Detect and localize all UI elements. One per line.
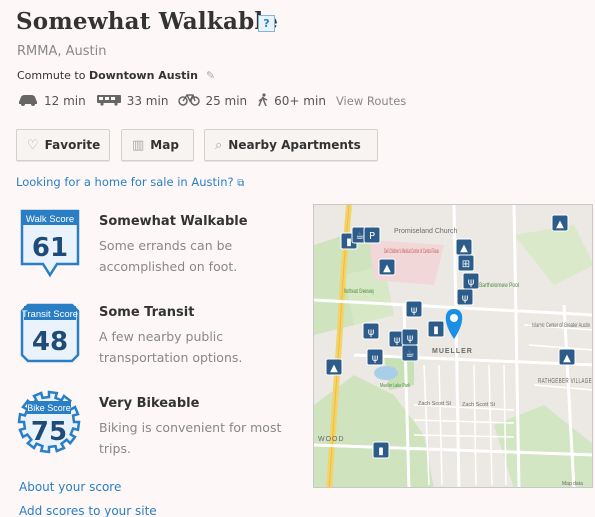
transit-score-title: Some Transit [99, 305, 195, 320]
bike-time: 25 min [205, 94, 248, 108]
walk-score-badge: Walk Score 61 [20, 209, 80, 278]
map-label-greenway: Northeast Greenway [344, 289, 374, 295]
walk-score-label: Walk Score [26, 214, 74, 225]
for-sale-link[interactable]: Looking for a home for sale in Austin? ⧉ [16, 175, 244, 189]
edit-pencil-icon[interactable]: ✎ [206, 69, 215, 82]
map-poi-school-icon[interactable]: ▲ [325, 358, 343, 376]
svg-text:▮: ▮ [378, 446, 384, 457]
favorite-label: Favorite [44, 138, 101, 152]
car-icon [17, 94, 39, 109]
about-score-link[interactable]: About your score [19, 480, 121, 494]
map-poi-fork-icon[interactable]: ψ [362, 322, 380, 340]
commute-destination[interactable]: Downtown Austin [89, 69, 198, 82]
svg-text:⊞: ⊞ [462, 259, 470, 270]
svg-text:ψ: ψ [462, 293, 469, 304]
neighborhood-map[interactable]: Promiseland Church Dell Children's Medic… [313, 204, 593, 488]
transit-score-desc: A few nearby public transportation optio… [99, 329, 243, 365]
svg-text:ψ: ψ [368, 327, 375, 338]
map-poi-fork-icon[interactable]: ψ [462, 272, 480, 290]
svg-text:☕: ☕ [356, 231, 365, 242]
bike-icon [178, 93, 201, 109]
heart-icon: ♡ [27, 137, 39, 153]
svg-text:▲: ▲ [556, 219, 564, 230]
page-title: Somewhat Walkable [16, 8, 279, 35]
svg-text:▲: ▲ [330, 363, 338, 374]
external-link-icon: ⧉ [237, 178, 245, 189]
svg-text:▮: ▮ [433, 325, 439, 336]
map-label-islamic: Islamic Center of Greater Austin [532, 323, 590, 329]
walk-score-value: 61 [32, 233, 68, 263]
bike-score-title: Very Bikeable [99, 396, 200, 411]
map-label-rathgeber: RATHGEBER VILLAGE [538, 378, 592, 385]
view-routes-link[interactable]: View Routes [336, 94, 406, 108]
map-poi-school-icon[interactable]: ▲ [551, 214, 569, 232]
map-poi-fork-icon[interactable]: ψ [456, 288, 474, 306]
map-poi-bag-icon[interactable]: ▮ [427, 320, 445, 338]
map-canvas[interactable]: Promiseland Church Dell Children's Medic… [314, 205, 593, 488]
svg-text:▮: ▮ [346, 237, 352, 248]
map-poi-school-icon[interactable]: ▲ [455, 238, 473, 256]
car-time: 12 min [44, 94, 86, 108]
map-label-wood: WOOD [318, 436, 345, 443]
walk-score-title: Somewhat Walkable [99, 214, 248, 229]
add-scores-link[interactable]: Add scores to your site [19, 504, 157, 517]
svg-text:P: P [369, 231, 375, 242]
bike-score-badge: Bike Score 75 [17, 390, 81, 454]
location-subtitle: RMMA, Austin [17, 44, 107, 59]
transit-score-label: Transit Score [22, 309, 78, 320]
map-poi-fork-icon[interactable]: ψ [405, 300, 423, 318]
map-icon: ▥ [132, 137, 145, 153]
svg-text:ψ: ψ [411, 305, 418, 316]
bus-time: 33 min [126, 94, 169, 108]
map-label: Map [150, 138, 179, 152]
map-poi-school-icon[interactable]: ▲ [378, 258, 396, 276]
map-label-church: Promiseland Church [394, 228, 458, 235]
map-poi-fork-icon[interactable]: ψ [366, 348, 384, 366]
transit-score-badge: Transit Score 48 [20, 303, 80, 363]
map-label-medical: Dell Children's Medical Center of Centra… [384, 249, 439, 255]
svg-text:▲: ▲ [563, 353, 571, 364]
search-icon: ⌕ [215, 137, 223, 153]
map-poi-parking-icon[interactable]: P [363, 226, 381, 244]
map-poi-cart-icon[interactable]: ⊞ [457, 254, 475, 272]
walk-score-desc: Some errands can be accomplished on foot… [99, 238, 238, 274]
map-poi-bag-icon[interactable]: ▮ [372, 441, 390, 459]
walk-time: 60+ min [274, 94, 326, 108]
map-poi-school-icon[interactable]: ▲ [558, 348, 576, 366]
favorite-button[interactable]: ♡ Favorite [16, 129, 110, 161]
map-button[interactable]: ▥ Map [121, 129, 194, 161]
svg-text:ψ: ψ [394, 335, 401, 346]
svg-text:☕: ☕ [406, 349, 415, 360]
map-label-mapdata: Map data [562, 481, 583, 487]
bus-icon [96, 94, 122, 109]
map-label-zach-1: Zach Scott St [418, 401, 451, 407]
svg-text:ψ: ψ [468, 277, 475, 288]
svg-text:▲: ▲ [460, 243, 468, 254]
walk-icon [257, 92, 269, 110]
map-poi-cup-icon[interactable]: ☕ [401, 344, 419, 362]
transit-score-value: 48 [32, 327, 68, 357]
map-label-lake: Mueller Lake Park [380, 383, 410, 389]
map-label-mueller: MUELLER [432, 348, 473, 355]
svg-text:ψ: ψ [407, 333, 414, 344]
svg-text:▲: ▲ [383, 263, 391, 274]
for-sale-link-text[interactable]: Looking for a home for sale in Austin? [16, 175, 234, 189]
bike-score-desc: Biking is convenient for most trips. [99, 420, 282, 456]
nearby-apartments-label: Nearby Apartments [228, 138, 361, 152]
svg-text:ψ: ψ [372, 353, 379, 364]
bike-score-value: 75 [31, 417, 67, 447]
commute-line: Commute to Downtown Austin [17, 69, 198, 82]
commute-modes: 12 min 33 min 25 min 60+ min View Routes [17, 92, 406, 110]
map-label-zach-2: Zach Scott St [462, 402, 495, 408]
commute-prefix: Commute to [17, 69, 86, 82]
map-label-pool: Bartholomew Pool [479, 283, 519, 289]
map-poi-fork-icon[interactable]: ψ [401, 328, 419, 346]
bike-score-label: Bike Score [27, 403, 71, 413]
help-icon[interactable]: ? [258, 15, 275, 32]
nearby-apartments-button[interactable]: ⌕ Nearby Apartments [204, 129, 378, 161]
